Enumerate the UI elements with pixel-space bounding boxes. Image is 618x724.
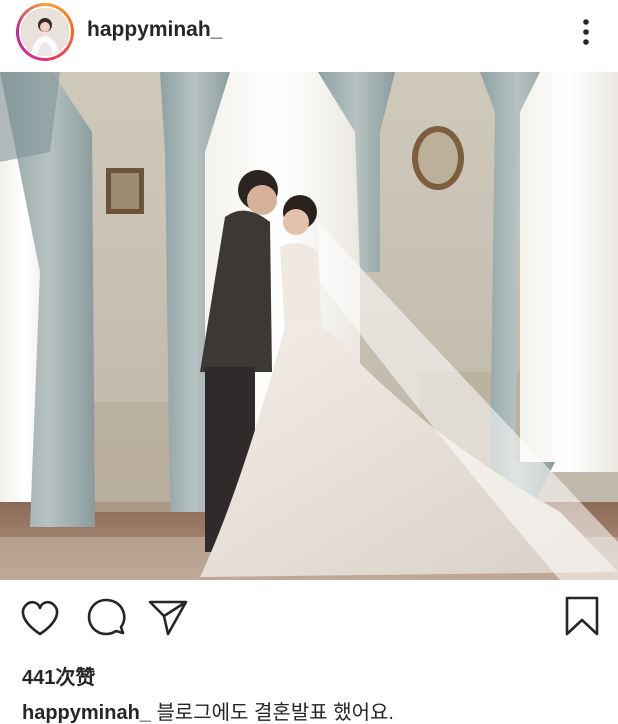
like-button[interactable] bbox=[18, 592, 62, 642]
bookmark-icon bbox=[565, 596, 599, 636]
post-header: happyminah_ bbox=[0, 0, 618, 70]
caption-username[interactable]: happyminah_ bbox=[22, 702, 151, 724]
caption: happyminah_ 블로그에도 결혼발표 했어요. bbox=[22, 696, 394, 724]
avatar[interactable] bbox=[19, 6, 71, 58]
story-ring[interactable] bbox=[16, 3, 74, 61]
like-count[interactable]: 441次赞 bbox=[22, 661, 95, 690]
comment-button[interactable] bbox=[84, 592, 128, 642]
username[interactable]: happyminah_ bbox=[87, 18, 222, 42]
share-button[interactable] bbox=[146, 592, 190, 642]
save-button[interactable] bbox=[560, 592, 604, 642]
post-image[interactable] bbox=[0, 72, 618, 580]
paper-plane-icon bbox=[148, 600, 188, 636]
caption-text: 블로그에도 결혼발표 했어요. bbox=[150, 702, 394, 724]
post-actions bbox=[0, 592, 618, 648]
comment-bubble-icon bbox=[87, 598, 126, 636]
heart-icon bbox=[21, 600, 59, 636]
more-vertical-icon bbox=[583, 19, 589, 45]
more-options-button[interactable] bbox=[572, 12, 600, 52]
